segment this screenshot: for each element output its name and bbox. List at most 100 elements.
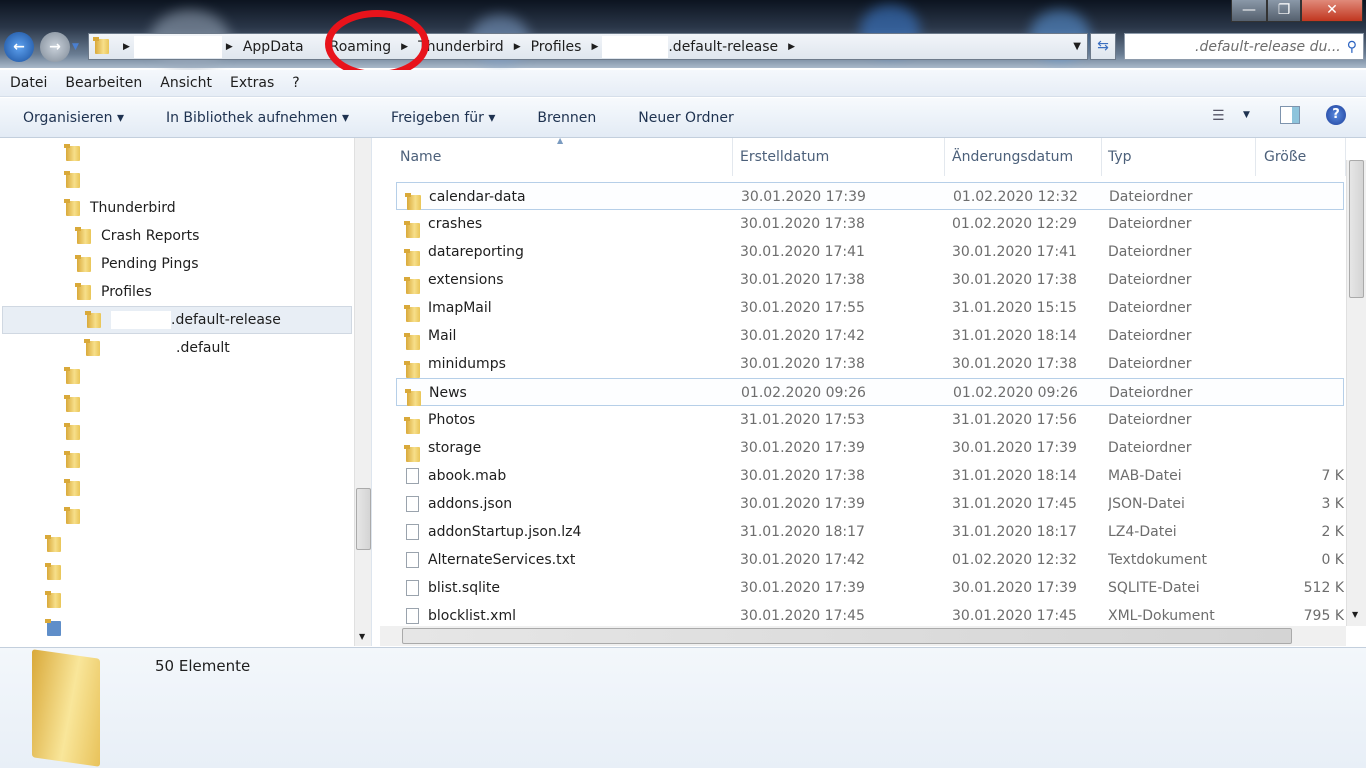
- file-row[interactable]: Photos 31.01.2020 17:53 31.01.2020 17:56 Da…: [396, 406, 1344, 434]
- file-icon: [406, 580, 419, 596]
- file-row[interactable]: Mail 30.01.2020 17:42 31.01.2020 18:14 Date…: [396, 322, 1344, 350]
- folder-icon: [404, 360, 420, 378]
- menu-datei[interactable]: Datei: [0, 75, 55, 91]
- forward-button[interactable]: →: [40, 32, 70, 62]
- menu-help[interactable]: ?: [282, 75, 307, 91]
- search-icon[interactable]: ⚲: [1341, 39, 1363, 55]
- folder-icon: [64, 170, 80, 188]
- chevron-right-icon: ▶: [591, 41, 599, 52]
- file-modified: 30.01.2020 17:38: [952, 272, 1077, 288]
- nav-item-pending-pings[interactable]: Pending Pings: [75, 251, 199, 277]
- minimize-button[interactable]: —: [1231, 0, 1267, 22]
- address-bar[interactable]: ▶ ▶ AppData Roaming ▶ Thunderbird ▶ Prof…: [88, 33, 1088, 60]
- nav-label: .default: [176, 340, 230, 356]
- menu-bar: Datei Bearbeiten Ansicht Extras ?: [0, 70, 1366, 97]
- maximize-button[interactable]: ❐: [1267, 0, 1301, 22]
- file-type: MAB-Datei: [1108, 468, 1182, 484]
- chevron-right-icon: ▶: [788, 41, 796, 52]
- file-name: datareporting: [428, 244, 524, 260]
- file-row[interactable]: minidumps 30.01.2020 17:38 30.01.2020 17:3…: [396, 350, 1344, 378]
- nav-scrollbar[interactable]: ▼: [354, 138, 371, 646]
- file-row[interactable]: abook.mab 30.01.2020 17:38 31.01.2020 18:1…: [396, 462, 1344, 490]
- crumb-default-release[interactable]: .default-release: [668, 39, 784, 55]
- folder-icon: [404, 248, 420, 266]
- file-type: Dateiordner: [1108, 244, 1192, 260]
- file-row[interactable]: addonStartup.json.lz4 31.01.2020 18:17 31.…: [396, 518, 1344, 546]
- search-input[interactable]: .default-release du... ⚲: [1124, 33, 1364, 60]
- file-modified: 31.01.2020 17:56: [952, 412, 1077, 428]
- file-size: [1272, 294, 1344, 322]
- file-row[interactable]: ImapMail 30.01.2020 17:55 31.01.2020 15:15…: [396, 294, 1344, 322]
- burn-button[interactable]: Brennen: [514, 110, 615, 126]
- file-name: addonStartup.json.lz4: [428, 524, 582, 540]
- preview-pane-icon[interactable]: [1280, 106, 1300, 124]
- menu-extras[interactable]: Extras: [220, 75, 282, 91]
- folder-icon: [45, 534, 61, 552]
- file-modified: 31.01.2020 17:45: [952, 496, 1077, 512]
- nav-item-crash-reports[interactable]: Crash Reports: [75, 223, 199, 249]
- file-modified: 31.01.2020 18:14: [952, 328, 1077, 344]
- close-button[interactable]: ✕: [1301, 0, 1363, 22]
- file-row[interactable]: extensions 30.01.2020 17:38 30.01.2020 17:…: [396, 266, 1344, 294]
- file-name: AlternateServices.txt: [428, 552, 576, 568]
- nav-item-thunderbird[interactable]: Thunderbird: [64, 195, 176, 221]
- file-row[interactable]: datareporting 30.01.2020 17:41 30.01.2020 …: [396, 238, 1344, 266]
- nav-label: .default-release: [171, 312, 281, 328]
- file-row[interactable]: calendar-data 30.01.2020 17:39 01.02.2020 …: [396, 182, 1344, 210]
- chevron-right-icon: ▶: [123, 41, 130, 52]
- file-row[interactable]: crashes 30.01.2020 17:38 01.02.2020 12:29 D…: [396, 210, 1344, 238]
- file-row[interactable]: storage 30.01.2020 17:39 30.01.2020 17:39 D…: [396, 434, 1344, 462]
- file-size: [1272, 266, 1344, 294]
- file-type: Dateiordner: [1108, 300, 1192, 316]
- back-button[interactable]: ←: [4, 32, 34, 62]
- folder-icon: [64, 394, 80, 412]
- view-dropdown-icon[interactable]: ▼: [1243, 110, 1250, 120]
- file-row[interactable]: blist.sqlite 30.01.2020 17:39 30.01.2020 1…: [396, 574, 1344, 602]
- file-created: 31.01.2020 17:53: [740, 412, 865, 428]
- folder-large-icon: [32, 649, 100, 767]
- file-row[interactable]: addons.json 30.01.2020 17:39 31.01.2020 17…: [396, 490, 1344, 518]
- file-created: 30.01.2020 17:38: [740, 216, 865, 232]
- file-icon: [406, 468, 419, 484]
- nav-item-default-release[interactable]: .default-release: [2, 306, 352, 334]
- column-header-created[interactable]: Erstelldatum: [733, 138, 945, 176]
- scroll-thumb[interactable]: [402, 628, 1292, 644]
- file-modified: 30.01.2020 17:41: [952, 244, 1077, 260]
- scroll-down-icon[interactable]: ▼: [1352, 610, 1358, 619]
- refresh-icon[interactable]: ⇆: [1090, 33, 1116, 60]
- nav-item-profiles[interactable]: Profiles: [75, 279, 152, 305]
- file-row[interactable]: News 01.02.2020 09:26 01.02.2020 09:26 Date…: [396, 378, 1344, 406]
- file-name: News: [429, 385, 467, 401]
- nav-item-default[interactable]: .default: [84, 335, 230, 361]
- column-header-size[interactable]: Größe: [1256, 138, 1346, 176]
- history-dropdown-icon[interactable]: ▼: [72, 42, 79, 52]
- column-header-type[interactable]: Typ: [1102, 138, 1256, 176]
- address-dropdown-icon[interactable]: ▼: [1067, 41, 1087, 52]
- chevron-right-icon: ▶: [225, 41, 233, 52]
- list-scrollbar[interactable]: ▼: [1346, 160, 1366, 626]
- add-to-library-button[interactable]: In Bibliothek aufnehmen ▾: [143, 110, 368, 126]
- scroll-down-icon[interactable]: ▼: [359, 632, 365, 641]
- file-size: [1272, 406, 1344, 434]
- nav-label: Pending Pings: [101, 256, 199, 272]
- menu-ansicht[interactable]: Ansicht: [150, 75, 220, 91]
- new-folder-button[interactable]: Neuer Ordner: [615, 110, 752, 126]
- scroll-thumb[interactable]: [356, 488, 371, 550]
- folder-icon: [404, 220, 420, 238]
- folder-icon: [84, 338, 100, 356]
- crumb-appdata[interactable]: AppData: [237, 39, 310, 55]
- horizontal-scrollbar[interactable]: [380, 626, 1346, 646]
- scroll-thumb[interactable]: [1349, 160, 1364, 298]
- column-header-modified[interactable]: Änderungsdatum: [945, 138, 1102, 176]
- organize-button[interactable]: Organisieren ▾: [0, 110, 143, 126]
- file-type: Dateiordner: [1108, 216, 1192, 232]
- help-icon[interactable]: ?: [1326, 105, 1346, 125]
- file-row[interactable]: AlternateServices.txt 30.01.2020 17:42 01.…: [396, 546, 1344, 574]
- file-created: 30.01.2020 17:55: [740, 300, 865, 316]
- crumb-profiles[interactable]: Profiles: [525, 39, 588, 55]
- redacted-text: [110, 339, 176, 357]
- view-details-icon[interactable]: ☰: [1212, 108, 1225, 124]
- menu-bearbeiten[interactable]: Bearbeiten: [55, 75, 150, 91]
- file-type: Dateiordner: [1108, 356, 1192, 372]
- share-button[interactable]: Freigeben für ▾: [368, 110, 514, 126]
